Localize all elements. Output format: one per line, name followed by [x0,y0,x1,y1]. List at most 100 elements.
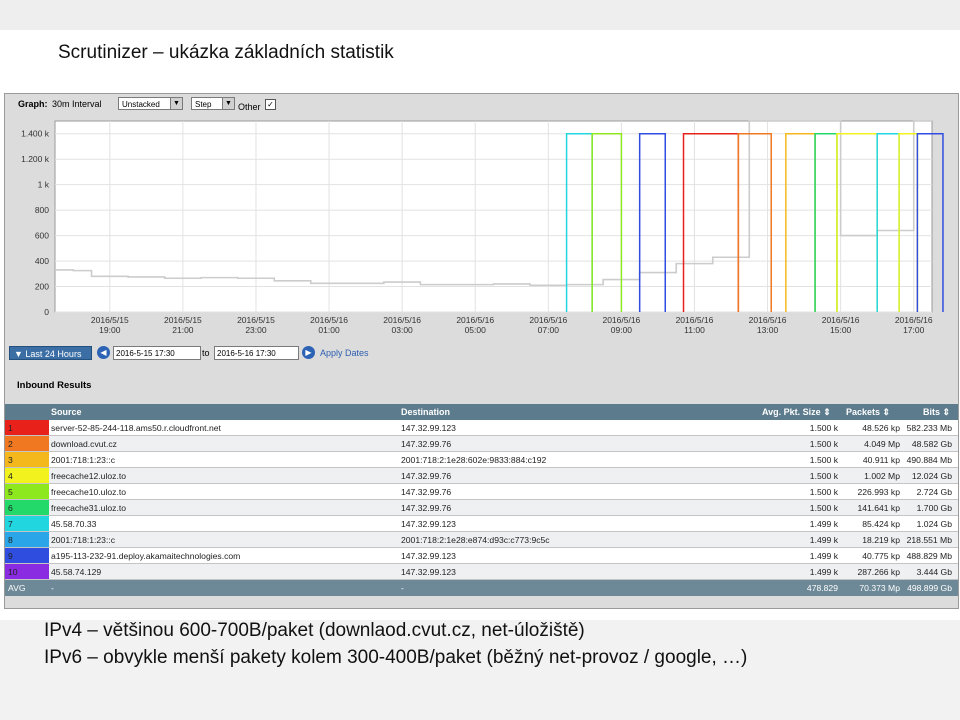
table-body: 1 server-52-85-244-118.ams50.r.cloudfront… [5,420,958,580]
x-tick-date: 2016/5/15 [91,315,129,325]
graph-toolbar: Graph: 30m Interval Unstacked ▼ Step ▼ O… [5,94,958,116]
table-row[interactable]: 7 45.58.70.33 147.32.99.123 1.499 k 85.424 k… [5,516,958,532]
slide-title: Scrutinizer – ukázka základních statisti… [58,42,394,63]
date-to-input[interactable]: 2016-5-16 17:30 [214,346,299,360]
avg-bits: 498.899 Gb [907,583,952,593]
row-index: 8 [8,535,13,545]
x-tick-time: 07:00 [538,325,560,335]
x-tick-date: 2016/5/16 [749,315,787,325]
row-packets: 226.993 kp [857,487,900,497]
other-checkbox[interactable]: ✓ [265,99,276,110]
stack-select[interactable]: Unstacked ▼ [118,97,183,110]
x-tick-time: 09:00 [611,325,633,335]
row-avg-pkt-size: 1.499 k [809,519,838,529]
table-row[interactable]: 8 2001:718:1:23::c 2001:718:2:1e28:e874:d9… [5,532,958,548]
row-index: 10 [8,567,18,577]
forward-arrow-icon[interactable]: ▶ [302,346,315,359]
x-tick-time: 21:00 [172,325,194,335]
table-row[interactable]: 3 2001:718:1:23::c 2001:718:2:1e28:602e:98… [5,452,958,468]
table-row[interactable]: 1 server-52-85-244-118.ams50.r.cloudfront… [5,420,958,436]
table-row[interactable]: 6 freecache31.uloz.to 147.32.99.76 1.500 k 1… [5,500,958,516]
date-range-bar: ▼ Last 24 Hours ◀ 2016-5-15 17:30 to 201… [5,344,958,364]
x-tick-time: 11:00 [684,325,705,335]
row-packets: 141.641 kp [857,503,900,513]
row-avg-pkt-size: 1.500 k [809,423,838,433]
table-row[interactable]: 10 45.58.74.129 147.32.99.123 1.499 k 287.26… [5,564,958,580]
scrutinizer-screenshot: Graph: 30m Interval Unstacked ▼ Step ▼ O… [4,93,959,609]
row-avg-pkt-size: 1.500 k [809,503,838,513]
row-index: 5 [8,487,13,497]
table-row[interactable]: 5 freecache10.uloz.to 147.32.99.76 1.500 k 2… [5,484,958,500]
row-source: 45.58.70.33 [51,519,97,529]
row-bits: 218.551 Mb [906,535,952,545]
row-avg-pkt-size: 1.499 k [809,551,838,561]
row-avg-pkt-size: 1.500 k [809,487,838,497]
row-destination: 2001:718:2:1e28:e874:d93c:c773:9c5c [401,535,550,545]
row-destination: 147.32.99.123 [401,567,456,577]
avg-destination: - [401,583,404,593]
row-destination: 147.32.99.123 [401,423,456,433]
row-index: 9 [8,551,13,561]
back-arrow-icon[interactable]: ◀ [97,346,110,359]
row-bits: 488.829 Mb [906,551,952,561]
table-row[interactable]: 4 freecache12.uloz.to 147.32.99.76 1.500 k 1… [5,468,958,484]
x-tick-time: 17:00 [903,325,925,335]
col-destination[interactable]: Destination [401,407,450,417]
row-packets: 48.526 kp [862,423,900,433]
row-source: freecache12.uloz.to [51,471,127,481]
table-row[interactable]: 9 a195-113-232-91.deploy.akamaitechnologi… [5,548,958,564]
x-tick-date: 2016/5/16 [456,315,494,325]
sort-icon: ⇕ [942,407,951,417]
x-tick-date: 2016/5/15 [237,315,275,325]
col-source[interactable]: Source [51,407,82,417]
apply-dates-link[interactable]: Apply Dates [320,348,369,358]
date-from-input[interactable]: 2016-5-15 17:30 [113,346,201,360]
row-avg-pkt-size: 1.499 k [809,567,838,577]
x-tick-time: 23:00 [245,325,267,335]
row-source: 45.58.74.129 [51,567,102,577]
row-packets: 1.002 Mp [864,471,900,481]
caption-ipv6: IPv6 – obvykle menší pakety kolem 300-40… [44,647,748,668]
avg-packets: 70.373 Mp [859,583,900,593]
y-tick-label: 0 [44,307,49,317]
traffic-chart: 02004006008001 k1.200 k1.400 k2016/5/151… [21,120,944,335]
row-avg-pkt-size: 1.500 k [809,439,838,449]
row-index: 3 [8,455,13,465]
step-select-value: Step [195,100,212,109]
x-tick-date: 2016/5/16 [895,315,933,325]
background-shape [0,0,960,30]
row-index: 2 [8,439,13,449]
sort-icon: ⇕ [882,407,891,417]
col-packets[interactable]: Packets ⇕ [846,407,890,418]
row-destination: 147.32.99.123 [401,519,456,529]
row-bits: 582.233 Mb [906,423,952,433]
range-preset-button[interactable]: ▼ Last 24 Hours [9,346,92,360]
x-tick-date: 2016/5/15 [164,315,202,325]
avg-row: AVG - - 478.829 70.373 Mp 498.899 Gb [5,580,958,596]
row-packets: 40.775 kp [862,551,900,561]
col-bits[interactable]: Bits ⇕ [923,407,950,418]
row-index: 6 [8,503,13,513]
y-tick-label: 1.200 k [21,154,50,164]
row-avg-pkt-size: 1.499 k [809,535,838,545]
results-table: Source Destination Avg. Pkt. Size ⇕ Pack… [5,404,958,596]
row-bits: 48.582 Gb [911,439,952,449]
row-source: download.cvut.cz [51,439,117,449]
x-tick-date: 2016/5/16 [310,315,348,325]
x-tick-time: 05:00 [465,325,487,335]
x-tick-time: 13:00 [757,325,779,335]
y-tick-label: 1 k [38,180,50,190]
other-label: Other [238,102,261,112]
row-source: server-52-85-244-118.ams50.r.cloudfront.… [51,423,221,433]
table-row[interactable]: 2 download.cvut.cz 147.32.99.76 1.500 k 4.04… [5,436,958,452]
row-packets: 85.424 kp [862,519,900,529]
row-source: 2001:718:1:23::c [51,535,116,545]
row-source: freecache31.uloz.to [51,503,127,513]
chevron-down-icon: ▼ [170,98,182,109]
y-tick-label: 400 [35,256,49,266]
row-destination: 147.32.99.76 [401,471,452,481]
col-avg-pkt-size[interactable]: Avg. Pkt. Size ⇕ [762,407,831,418]
row-destination: 147.32.99.76 [401,503,452,513]
y-tick-label: 800 [35,205,49,215]
step-select[interactable]: Step ▼ [191,97,235,110]
